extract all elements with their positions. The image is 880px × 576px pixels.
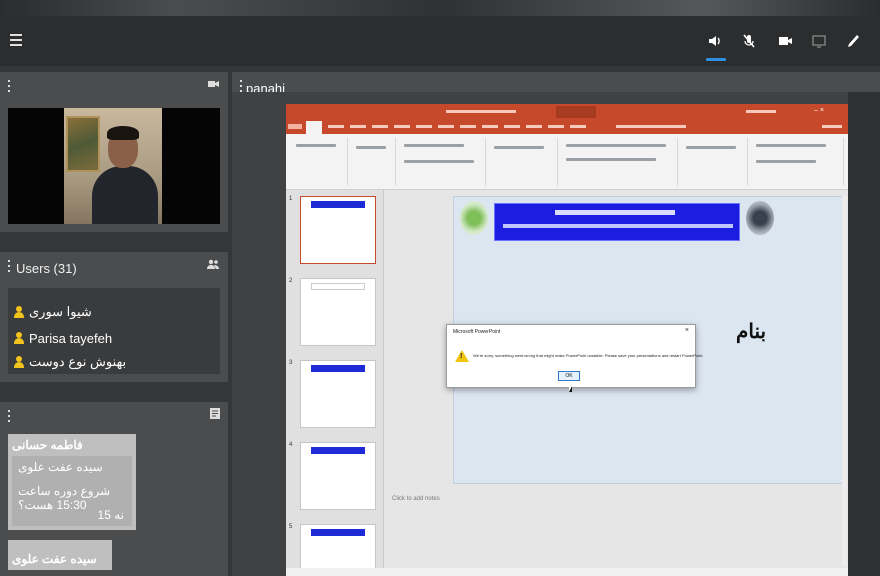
users-panel: Users (31) شیوا سوری Parisa tayefeh بهنو… — [0, 252, 228, 382]
powerpoint-ribbon — [286, 134, 848, 190]
powerpoint-tabs — [286, 120, 848, 134]
user-icon — [14, 332, 24, 344]
slide-banner — [494, 203, 740, 241]
dialog-message: We're sorry, something went wrong that m… — [473, 353, 704, 358]
screenshare-margin — [848, 92, 880, 576]
logo-icon — [746, 201, 774, 235]
panel-menu-icon[interactable] — [8, 410, 11, 422]
notes-placeholder[interactable]: Click to add notes — [392, 496, 440, 502]
chat-author: فاطمه حسانی — [12, 438, 83, 452]
slide-text: بنام — [736, 319, 767, 343]
mouse-cursor-icon — [569, 383, 572, 392]
list-item[interactable]: Parisa tayefeh — [8, 326, 220, 350]
user-name: شیوا سوری — [29, 304, 92, 319]
users-panel-title: Users (31) — [16, 261, 77, 276]
chat-line: سیده عفت علوی — [18, 460, 103, 474]
chat-icon — [210, 408, 220, 423]
camera-icon — [208, 78, 220, 92]
powerpoint-statusbar — [286, 568, 848, 576]
dialog-title: Microsoft PowerPoint — [453, 329, 501, 335]
scrollbar[interactable] — [842, 196, 847, 566]
menu-icon[interactable] — [10, 34, 22, 46]
users-icon — [206, 258, 220, 272]
webcam-panel — [0, 72, 228, 232]
panel-menu-icon[interactable] — [8, 80, 11, 92]
user-icon — [14, 356, 24, 368]
shared-screen: – × 1 2 3 4 5 بنام Click to add notes Mi… — [286, 104, 848, 576]
list-item[interactable]: بهنوش نوع دوست — [8, 350, 220, 374]
screen-share-icon[interactable] — [808, 30, 830, 52]
chat-panel-header — [0, 402, 228, 430]
chat-bubble: سیده عفت علوی شروع دوره ساعت 15:30 هست؟ … — [12, 456, 132, 526]
user-name: بهنوش نوع دوست — [29, 354, 127, 369]
ok-button[interactable]: OK — [558, 371, 580, 381]
camera-icon[interactable] — [774, 30, 796, 52]
slide-thumbnail[interactable] — [300, 196, 376, 264]
mic-muted-icon[interactable] — [738, 30, 760, 52]
webcam-panel-header — [0, 72, 228, 100]
speaker-active-indicator — [706, 58, 726, 61]
powerpoint-titlebar: – × — [286, 104, 848, 120]
speaker-icon[interactable] — [704, 30, 726, 52]
webcam-video — [8, 108, 220, 224]
list-item[interactable]: شیوا سوری — [8, 300, 220, 324]
error-dialog: Microsoft PowerPoint × ! We're sorry, so… — [446, 324, 704, 392]
user-icon — [14, 306, 24, 318]
pen-icon[interactable] — [842, 30, 864, 52]
users-list: شیوا سوری Parisa tayefeh بهنوش نوع دوست — [8, 288, 220, 374]
slide-thumbnail[interactable] — [300, 442, 376, 510]
slide-thumbnails[interactable]: 1 2 3 4 5 — [286, 190, 384, 576]
main-toolbar — [0, 16, 880, 66]
warning-mark: ! — [460, 353, 463, 360]
chat-line: نه 15 — [97, 508, 124, 522]
panel-menu-icon[interactable] — [240, 80, 243, 92]
slide-thumbnail[interactable] — [300, 278, 376, 346]
users-panel-header: Users (31) — [0, 252, 228, 280]
chat-author: سیده عفت علوی — [12, 552, 97, 566]
top-strip — [0, 0, 880, 16]
user-name: Parisa tayefeh — [29, 330, 113, 346]
chat-message: سیده عفت علوی — [8, 540, 112, 570]
close-icon[interactable]: × — [685, 327, 689, 334]
panel-menu-icon[interactable] — [8, 260, 11, 272]
logo-icon — [460, 201, 488, 235]
chat-message: فاطمه حسانی سیده عفت علوی شروع دوره ساعت… — [8, 434, 136, 530]
slide-thumbnail[interactable] — [300, 360, 376, 428]
